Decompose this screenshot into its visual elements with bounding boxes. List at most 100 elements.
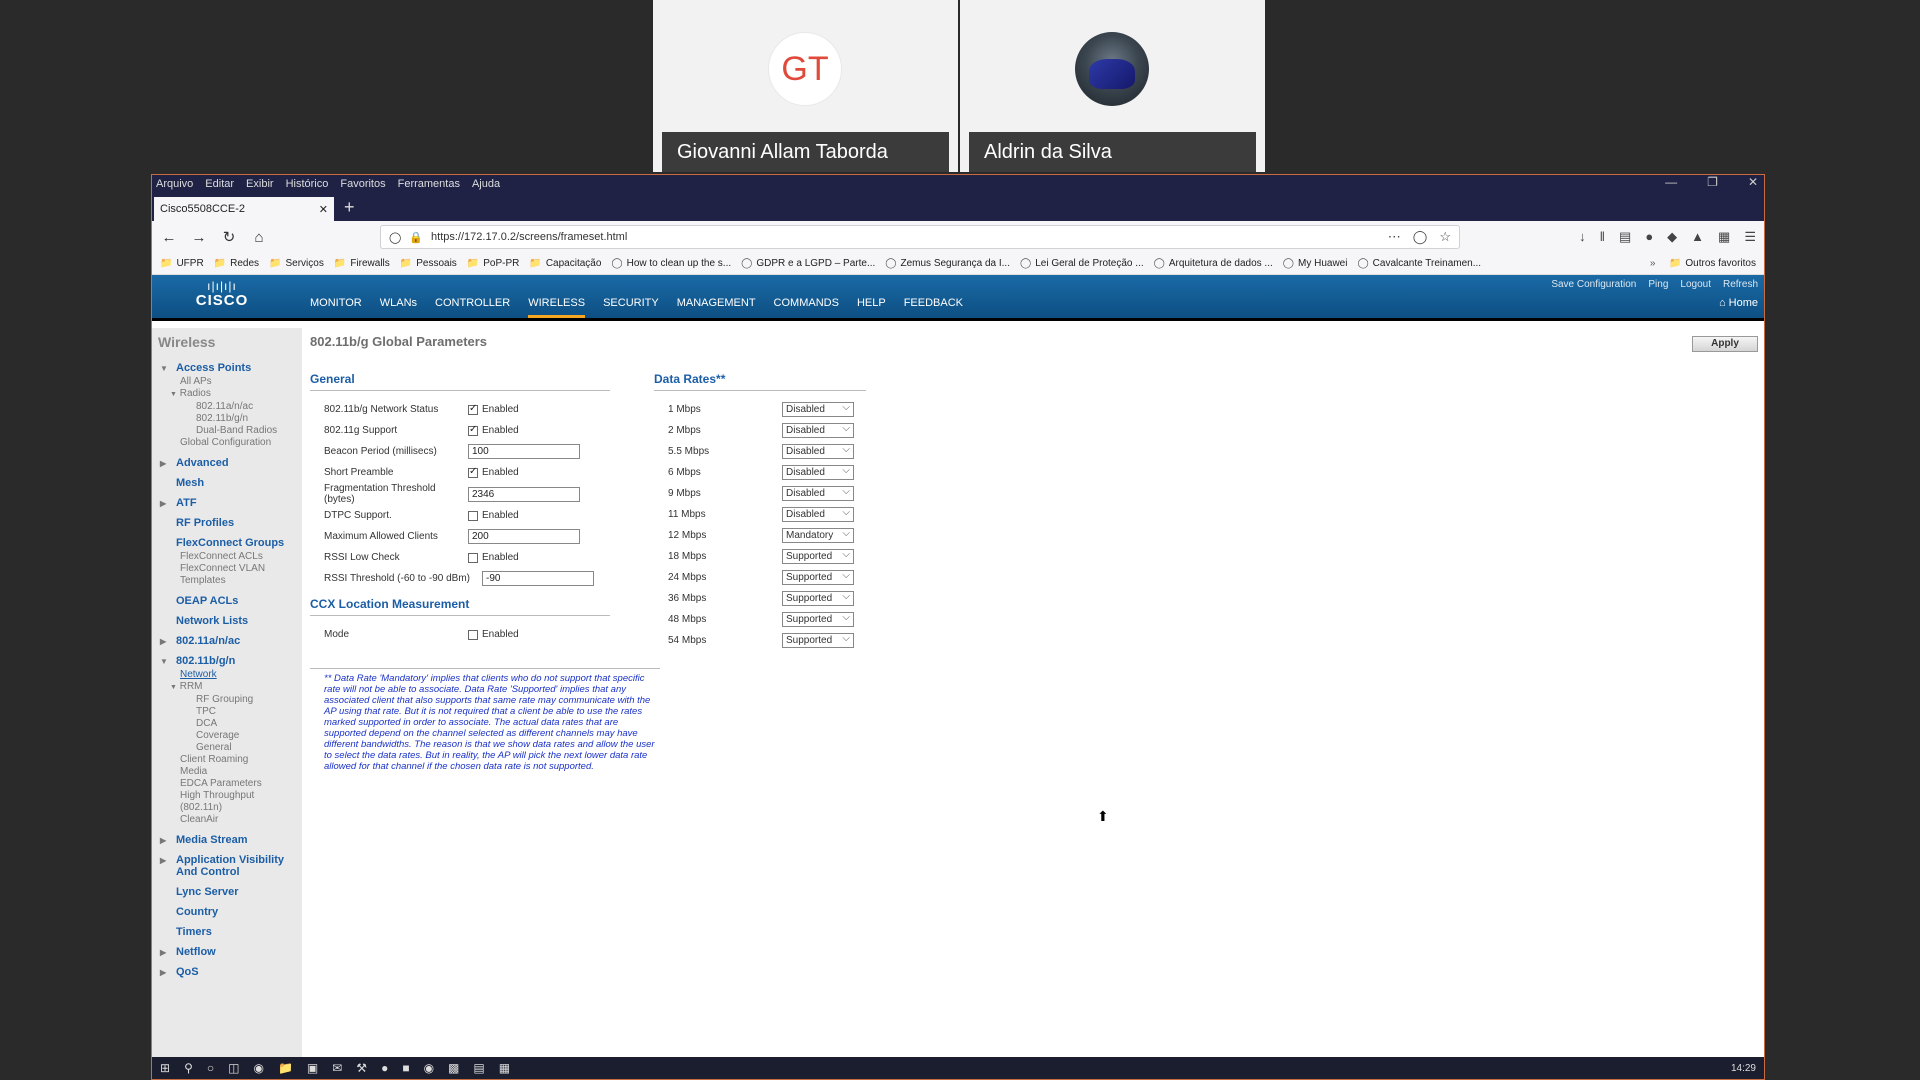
download-icon[interactable]: ↓	[1579, 229, 1586, 245]
menu-wireless[interactable]: WIRELESS	[528, 297, 586, 318]
data-rate-select[interactable]: Supported	[782, 611, 854, 627]
data-rate-select[interactable]: Disabled	[782, 464, 854, 480]
data-rate-select[interactable]: Disabled	[782, 485, 854, 501]
menu-commands[interactable]: COMMANDS	[774, 297, 839, 318]
search-icon[interactable]: ⚲	[184, 1061, 193, 1075]
short-preamble-checkbox[interactable]: Enabled	[468, 466, 519, 478]
menu-wlans[interactable]: WLANs	[380, 297, 417, 318]
bookmark-item[interactable]: ◯ Zemus Segurança da I...	[885, 258, 1010, 269]
sidebar-timers[interactable]: Timers	[158, 926, 302, 938]
save-configuration-link[interactable]: Save Configuration	[1551, 279, 1636, 290]
bookmark-star-icon[interactable]: ☆	[1439, 229, 1451, 245]
back-icon[interactable]: ←	[160, 229, 178, 246]
bookmark-item[interactable]: 📁 Pessoais	[400, 258, 457, 269]
max-clients-input[interactable]: 200	[468, 529, 580, 544]
beacon-period-input[interactable]: 100	[468, 444, 580, 459]
sidebar-qos[interactable]: ▶ QoS	[158, 966, 302, 978]
checkbox-unchecked[interactable]	[468, 629, 478, 640]
pocket-icon[interactable]: ◯	[1413, 229, 1428, 245]
menu-security[interactable]: SECURITY	[603, 297, 659, 318]
bookmark-item[interactable]: 📁 Serviços	[269, 258, 324, 269]
sidebar-radio-80211anac[interactable]: 802.11a/n/ac	[158, 401, 302, 413]
extension-icon[interactable]: ◆	[1667, 229, 1677, 245]
url-bar[interactable]: ◯ 🔒 https://172.17.0.2/screens/frameset.…	[380, 225, 1460, 249]
checkbox-checked[interactable]	[468, 466, 478, 478]
sidebar-network[interactable]: Network	[158, 669, 302, 681]
sidebar-network-lists[interactable]: Network Lists	[158, 615, 302, 627]
data-rate-select[interactable]: Supported	[782, 632, 854, 648]
participant-tile[interactable]: GT Giovanni Allam Taborda	[653, 0, 958, 172]
g-support-checkbox[interactable]: Enabled	[468, 424, 519, 436]
menu-arquivo[interactable]: Arquivo	[156, 178, 193, 190]
sidebar-dca[interactable]: DCA	[158, 718, 302, 730]
sidebar-icon[interactable]: ▤	[1619, 229, 1631, 245]
menu-management[interactable]: MANAGEMENT	[677, 297, 756, 318]
account-icon[interactable]: ●	[1645, 229, 1653, 245]
bookmark-item[interactable]: ◯ Arquitetura de dados ...	[1154, 258, 1273, 269]
menu-controller[interactable]: CONTROLLER	[435, 297, 510, 318]
home-icon[interactable]: ⌂	[250, 229, 268, 246]
sidebar-flexconnect-vlan-templates[interactable]: FlexConnect VLAN Templates	[158, 563, 268, 587]
ping-link[interactable]: Ping	[1648, 279, 1668, 290]
data-rate-select[interactable]: Disabled	[782, 506, 854, 522]
shield-icon[interactable]: ◯	[389, 231, 401, 244]
sidebar-avc[interactable]: ▶ Application Visibility And Control	[158, 854, 302, 878]
sidebar-client-roaming[interactable]: Client Roaming	[158, 754, 302, 766]
mail-icon[interactable]: ✉	[332, 1061, 342, 1075]
bookmark-item[interactable]: ◯ Lei Geral de Proteção ...	[1020, 258, 1144, 269]
menu-exibir[interactable]: Exibir	[246, 178, 274, 190]
windows-start-icon[interactable]: ⊞	[160, 1061, 170, 1075]
file-explorer-icon[interactable]: 📁	[278, 1061, 293, 1075]
forward-icon[interactable]: →	[190, 229, 208, 246]
ublock-icon[interactable]: ▲	[1691, 229, 1704, 245]
dtpc-checkbox[interactable]: Enabled	[468, 510, 519, 521]
app-icon[interactable]: ■	[402, 1061, 409, 1075]
data-rate-select[interactable]: Supported	[782, 548, 854, 564]
cortana-icon[interactable]: ○	[207, 1061, 214, 1075]
home-link[interactable]: ⌂ Home	[1719, 297, 1758, 309]
new-tab-icon[interactable]: +	[344, 197, 355, 218]
more-actions-icon[interactable]: ⋯	[1388, 229, 1401, 245]
close-window-icon[interactable]: ✕	[1748, 175, 1758, 189]
browser-tab[interactable]: Cisco5508CCE-2 ✕	[154, 197, 334, 221]
hamburger-menu-icon[interactable]: ☰	[1744, 229, 1756, 245]
sidebar-country[interactable]: Country	[158, 906, 302, 918]
firefox-icon[interactable]: ◉	[424, 1061, 434, 1075]
bookmark-item[interactable]: ◯ Cavalcante Treinamen...	[1357, 258, 1481, 269]
data-rate-select[interactable]: Disabled	[782, 422, 854, 438]
bookmark-item[interactable]: ◯ My Huawei	[1283, 258, 1348, 269]
refresh-link[interactable]: Refresh	[1723, 279, 1758, 290]
notepad-icon[interactable]: ▤	[473, 1061, 484, 1075]
sidebar-flexconnect-groups[interactable]: FlexConnect Groups	[158, 537, 302, 549]
rssi-threshold-input[interactable]: -90	[482, 571, 594, 586]
chevrons-right-icon[interactable]: »	[1650, 258, 1656, 269]
lock-icon[interactable]: 🔒	[409, 231, 423, 244]
menu-ferramentas[interactable]: Ferramentas	[398, 178, 460, 190]
menu-editar[interactable]: Editar	[205, 178, 234, 190]
checkbox-checked[interactable]	[468, 403, 478, 415]
logout-link[interactable]: Logout	[1680, 279, 1711, 290]
data-rate-select[interactable]: Mandatory	[782, 527, 854, 543]
restore-icon[interactable]: ❐	[1707, 175, 1718, 189]
sidebar-edca-parameters[interactable]: EDCA Parameters	[158, 778, 302, 790]
bookmark-item[interactable]: 📁 PoP-PR	[467, 258, 520, 269]
bookmark-item[interactable]: ◯ GDPR e a LGPD – Parte...	[741, 258, 875, 269]
sidebar-tpc[interactable]: TPC	[158, 706, 302, 718]
apps-icon[interactable]: ▦	[1718, 229, 1730, 245]
data-rate-select[interactable]: Supported	[782, 569, 854, 585]
sidebar-rrm[interactable]: ▼ RRM	[158, 681, 302, 694]
checkbox-checked[interactable]	[468, 424, 478, 436]
sidebar-radios[interactable]: ▼ Radios	[158, 388, 302, 401]
sidebar-rf-profiles[interactable]: RF Profiles	[158, 517, 302, 529]
frag-threshold-input[interactable]: 2346	[468, 486, 580, 502]
sidebar-lync-server[interactable]: Lync Server	[158, 886, 302, 898]
sidebar-oeap-acls[interactable]: OEAP ACLs	[158, 595, 302, 607]
bookmark-item[interactable]: 📁 Capacitação	[529, 258, 601, 269]
sidebar-all-aps[interactable]: All APs	[158, 376, 302, 388]
minimize-icon[interactable]: —	[1665, 175, 1677, 189]
network-status-checkbox[interactable]: Enabled	[468, 403, 519, 415]
url-text[interactable]: https://172.17.0.2/screens/frameset.html	[431, 231, 1380, 243]
sidebar-cleanair[interactable]: CleanAir	[158, 814, 302, 826]
menu-feedback[interactable]: FEEDBACK	[904, 297, 963, 318]
tool-icon[interactable]: ⚒	[356, 1061, 367, 1075]
